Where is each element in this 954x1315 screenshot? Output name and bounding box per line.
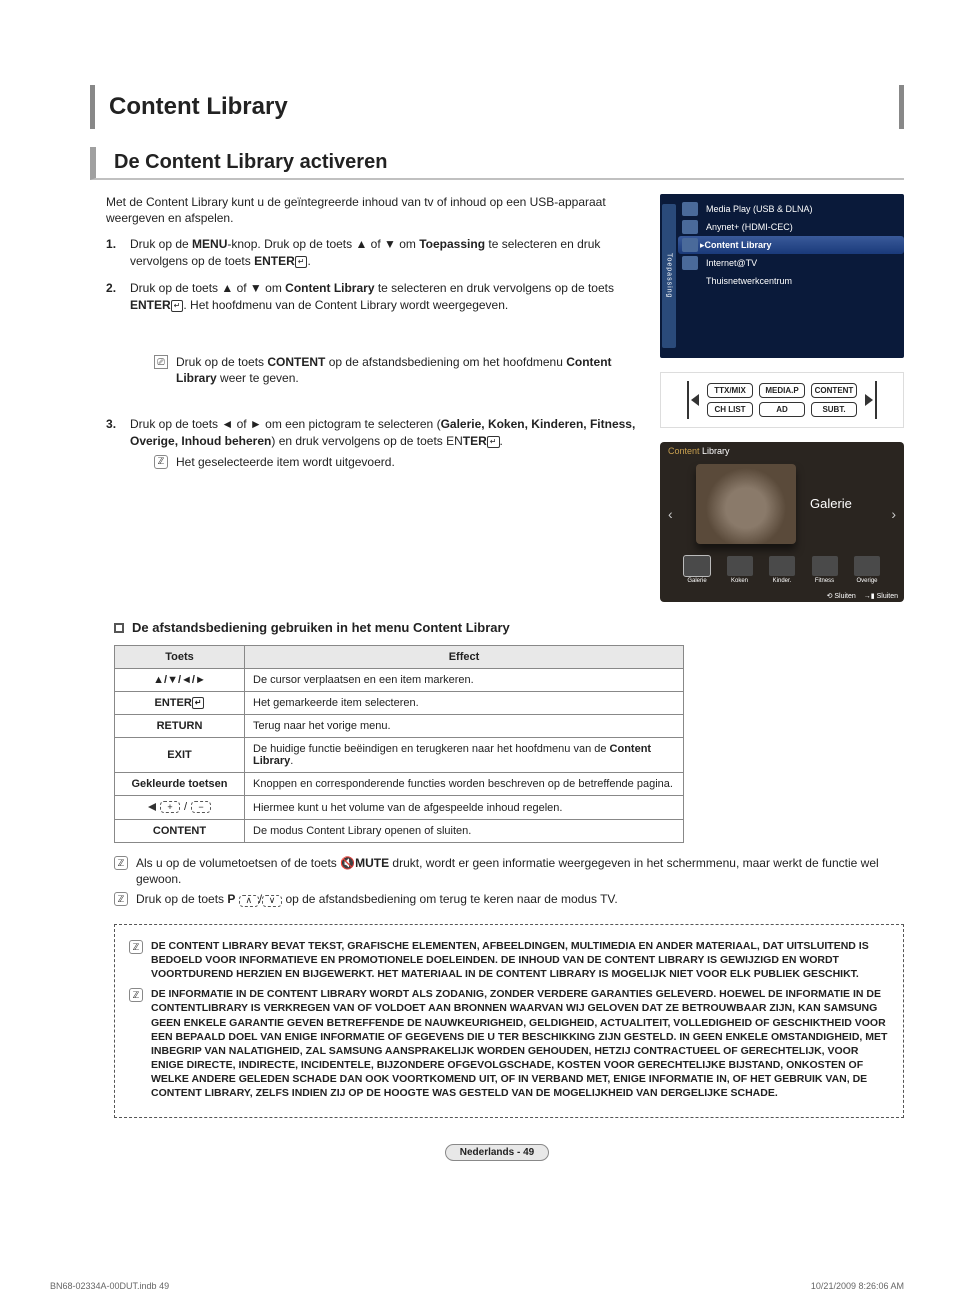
enter-icon: ↵ <box>295 256 308 268</box>
step-1: Druk op de MENU-knop. Druk op de toets ▲… <box>106 236 642 270</box>
key-colored: Gekleurde toetsen <box>115 773 245 796</box>
info-icon: ℤ <box>114 856 128 870</box>
square-bullet-icon <box>114 623 124 633</box>
step-2: Druk op de toets ▲ of ▼ om Content Libra… <box>106 280 642 386</box>
osd-item-selected: ▸ Content Library <box>678 236 904 254</box>
mute-icon: 🔇 <box>340 856 355 870</box>
chevron-right-icon: › <box>891 506 896 522</box>
note-2: Het geselecteerde item wordt uitgevoerd. <box>176 454 395 470</box>
enter-icon: ↵ <box>487 436 500 448</box>
print-footer: BN68-02334A-00DUT.indb 49 10/21/2009 8:2… <box>50 1281 904 1291</box>
section-heading: De Content Library activeren <box>90 147 904 180</box>
disclaimer-box: ℤ DE CONTENT LIBRARY BEVAT TEKST, GRAFIS… <box>114 924 904 1118</box>
chapter-title: Content Library <box>109 93 885 121</box>
note-mute: Als u op de volumetoetsen of de toets 🔇M… <box>136 855 904 887</box>
info-icon: ℤ <box>129 988 143 1002</box>
remote-btn: CH LIST <box>707 402 753 417</box>
vol-down-icon: − <box>191 801 211 813</box>
osd-screenshot: Toepassing Media Play (USB & DLNA) Anyne… <box>660 194 904 358</box>
arrow-right-icon <box>865 394 873 406</box>
key-volume: +/− <box>115 796 245 820</box>
page-marker: Nederlands - 49 <box>445 1144 549 1161</box>
thumb-item: Overige <box>850 556 884 584</box>
ch-up-icon: ∧ <box>239 895 259 907</box>
osd-icon <box>682 220 698 234</box>
footer-return: ⟲ Sluiten <box>827 592 856 600</box>
gallery-title: Content Library <box>668 446 730 456</box>
print-timestamp: 10/21/2009 8:26:06 AM <box>811 1281 904 1291</box>
osd-icon <box>682 202 698 216</box>
vol-up-icon: + <box>160 801 180 813</box>
remote-btn: TTX/MIX <box>707 383 753 398</box>
sub-heading: De afstandsbediening gebruiken in het me… <box>114 620 904 635</box>
chevron-left-icon: ‹ <box>668 506 673 522</box>
info-icon: ℤ <box>154 455 168 469</box>
intro-text: Met de Content Library kunt u de geïnteg… <box>106 194 642 226</box>
th-key: Toets <box>115 646 245 669</box>
footer-exit: →▮ Sluiten <box>864 592 898 600</box>
chapter-bar: Content Library <box>90 85 904 129</box>
arrow-left-icon <box>691 394 699 406</box>
info-icon: ℤ <box>129 940 143 954</box>
gallery-screenshot: Content Library Galerie ‹ › Galerie Koke… <box>660 442 904 602</box>
enter-icon: ↵ <box>171 300 184 312</box>
osd-item: Thuisnetwerkcentrum <box>678 272 904 290</box>
osd-item: Media Play (USB & DLNA) <box>678 200 904 218</box>
osd-icon <box>682 238 698 252</box>
speaker-icon <box>148 803 156 811</box>
ch-down-icon: ∨ <box>262 895 282 907</box>
osd-item: Internet@TV <box>678 254 904 272</box>
info-icon: ℤ <box>114 892 128 906</box>
note-1: Druk op de toets CONTENT op de afstandsb… <box>176 354 642 386</box>
remote-icon: ⎚ <box>154 355 168 369</box>
key-return: RETURN <box>115 715 245 738</box>
thumb-item: Koken <box>723 556 757 584</box>
key-exit: EXIT <box>115 738 245 773</box>
gallery-main-image <box>696 464 796 544</box>
remote-btn: SUBT. <box>811 402 857 417</box>
note-p: Druk op de toets P ∧/∨ op de afstandsbed… <box>136 891 618 907</box>
section-title: De Content Library activeren <box>114 151 892 174</box>
step-3: Druk op de toets ◄ of ► om een pictogram… <box>106 416 642 470</box>
th-effect: Effect <box>245 646 684 669</box>
remote-buttons-diagram: TTX/MIX MEDIA.P CONTENT CH LIST AD SUBT. <box>660 372 904 428</box>
osd-icon <box>682 256 698 270</box>
remote-btn-content: CONTENT <box>811 383 857 398</box>
remote-table: Toets Effect ▲/▼/◄/► De cursor verplaats… <box>114 645 684 843</box>
osd-item: Anynet+ (HDMI-CEC) <box>678 218 904 236</box>
thumb-item: Kinder. <box>765 556 799 584</box>
remote-btn: AD <box>759 402 805 417</box>
enter-icon: ↵ <box>192 697 205 709</box>
key-enter: ENTER↵ <box>115 692 245 715</box>
key-arrows: ▲/▼/◄/► <box>115 669 245 692</box>
remote-btn: MEDIA.P <box>759 383 805 398</box>
key-content: CONTENT <box>115 820 245 843</box>
thumb-item: Fitness <box>808 556 842 584</box>
print-file: BN68-02334A-00DUT.indb 49 <box>50 1281 169 1291</box>
gallery-caption: Galerie <box>810 496 852 511</box>
osd-category: Toepassing <box>662 204 676 348</box>
thumb-item: Galerie <box>680 556 714 584</box>
